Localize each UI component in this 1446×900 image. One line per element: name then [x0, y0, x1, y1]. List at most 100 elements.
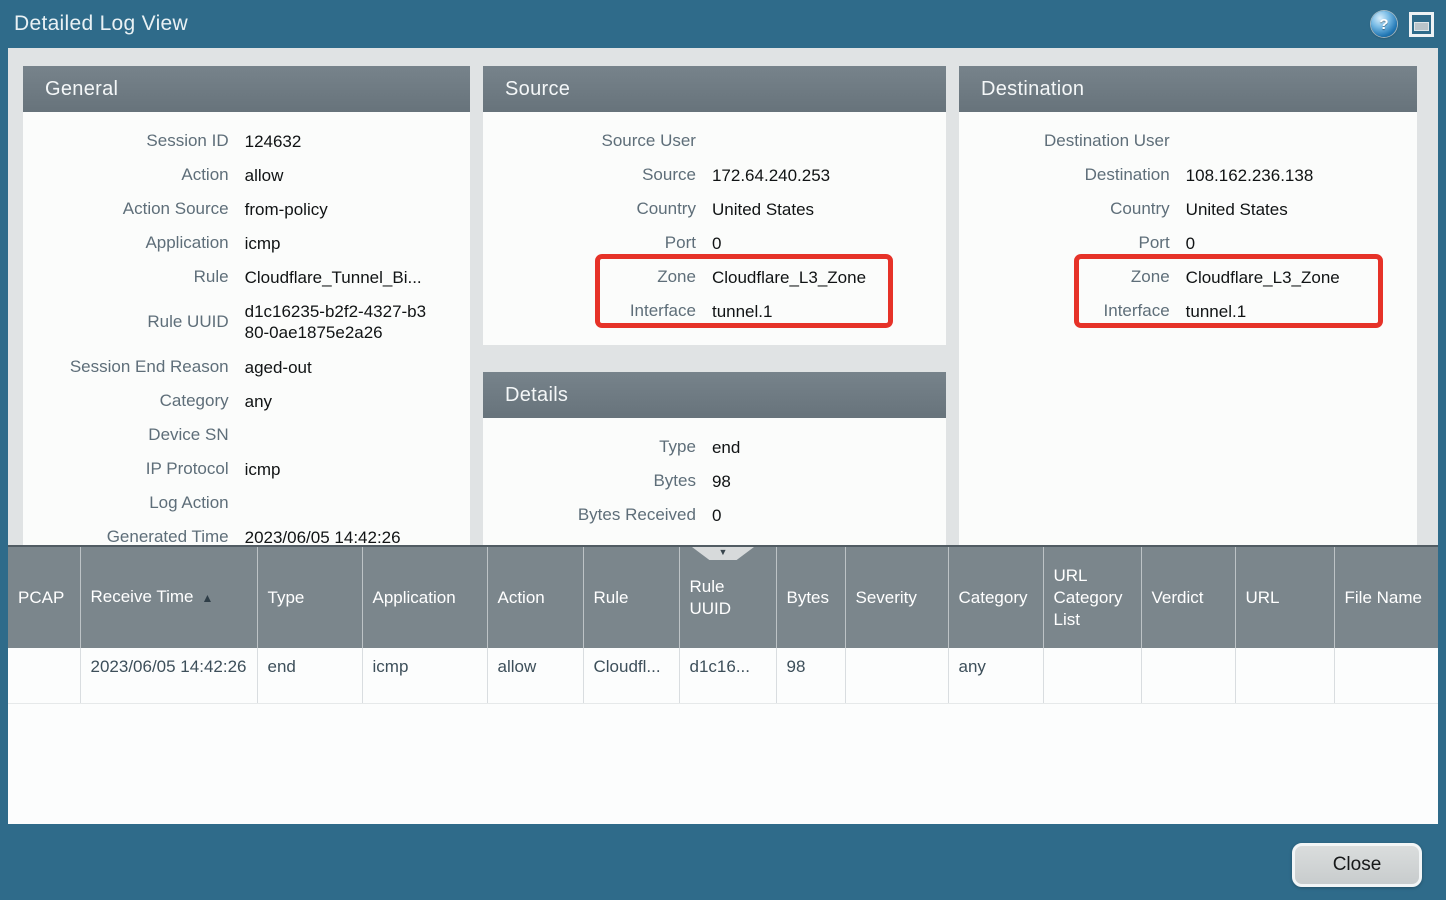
field-value: 98	[712, 471, 946, 492]
field-row-source: Source 172.64.240.253	[483, 158, 946, 192]
details-panel: Details Typeend Bytes98 Bytes Received0	[483, 372, 946, 545]
field-label: Port	[483, 233, 696, 253]
column-header-bytes[interactable]: Bytes	[776, 547, 845, 648]
middle-column: Source Source User Source 172.64.240.253 …	[483, 66, 946, 545]
field-row-session-end-reason: Session End Reason aged-out	[23, 350, 470, 384]
field-row-destination-user: Destination User	[959, 124, 1417, 158]
field-value: 108.162.236.138	[1186, 165, 1417, 186]
field-label: Source	[483, 165, 696, 185]
cell-rule-uuid: d1c16...	[679, 648, 776, 703]
log-detail-panels: General Session ID124632 Actionallow Act…	[8, 48, 1438, 545]
field-label: Session ID	[23, 131, 229, 151]
cell-category: any	[948, 648, 1043, 703]
column-header-category[interactable]: Category	[948, 547, 1043, 648]
window-restore-icon[interactable]	[1409, 12, 1434, 37]
field-label: IP Protocol	[23, 459, 229, 479]
field-value: aged-out	[245, 357, 470, 378]
table-row[interactable]: 2023/06/05 14:42:26 end icmp allow Cloud…	[8, 648, 1438, 703]
field-label: Bytes	[483, 471, 696, 491]
field-row-device-sn: Device SN	[23, 418, 470, 452]
destination-panel: Destination Destination User Destination…	[959, 66, 1417, 545]
field-row-destination-interface: Interfacetunnel.1	[959, 294, 1417, 328]
table-header-row: PCAP Receive Time▲ Type Application Acti…	[8, 547, 1438, 648]
field-label: Interface	[959, 301, 1170, 321]
field-label: Bytes Received	[483, 505, 696, 525]
field-value: 0	[712, 233, 946, 254]
field-label: Action Source	[23, 199, 229, 219]
field-value: d1c16235-b2f2-4327-b380-0ae1875e2a26	[245, 301, 441, 343]
field-value: icmp	[245, 233, 470, 254]
field-label: Application	[23, 233, 229, 253]
log-table-section: ▼ PCAP Receive Time▲ Type Application Ac…	[8, 545, 1438, 824]
field-row-action: Actionallow	[23, 158, 470, 192]
cell-severity	[845, 648, 948, 703]
field-label: Zone	[483, 267, 696, 287]
dialog-title: Detailed Log View	[14, 12, 1371, 36]
field-label: Action	[23, 165, 229, 185]
field-label: Destination	[959, 165, 1170, 185]
field-label: Device SN	[23, 425, 229, 445]
source-panel-header: Source	[483, 66, 946, 112]
column-header-severity[interactable]: Severity	[845, 547, 948, 648]
field-row-type: Typeend	[483, 430, 946, 464]
field-row-bytes-received: Bytes Received 0	[483, 498, 946, 532]
column-header-file-name[interactable]: File Name	[1334, 547, 1438, 648]
column-header-receive-time[interactable]: Receive Time▲	[80, 547, 257, 648]
field-value: 2023/06/05 14:42:26	[245, 527, 470, 546]
source-panel-body: Source User Source 172.64.240.253 Country…	[483, 112, 946, 345]
field-value: United States	[712, 199, 946, 220]
field-value: any	[245, 391, 470, 412]
field-value: end	[712, 437, 946, 458]
field-value: tunnel.1	[712, 301, 946, 322]
field-row-source-interface: Interfacetunnel.1	[483, 294, 946, 328]
field-row-source-port: Port 0	[483, 226, 946, 260]
cell-file-name	[1334, 648, 1438, 703]
cell-receive-time: 2023/06/05 14:42:26	[80, 648, 257, 703]
help-icon[interactable]: ?	[1371, 11, 1397, 37]
field-label: Country	[959, 199, 1170, 219]
field-value: from-policy	[245, 199, 470, 220]
field-row-bytes: Bytes 98	[483, 464, 946, 498]
column-header-pcap[interactable]: PCAP	[8, 547, 80, 648]
field-label: Session End Reason	[23, 357, 229, 377]
cell-url-category-list	[1043, 648, 1141, 703]
field-label: Generated Time	[23, 527, 229, 545]
column-header-verdict[interactable]: Verdict	[1141, 547, 1235, 648]
column-header-application[interactable]: Application	[362, 547, 487, 648]
field-row-session-id: Session ID 124632	[23, 124, 470, 158]
field-value: 172.64.240.253	[712, 165, 946, 186]
general-panel-body: Session ID 124632 Actionallow Action Sour…	[23, 112, 470, 545]
cell-pcap	[8, 648, 80, 703]
field-row-generated-time: Generated Time 2023/06/05 14:42:26	[23, 520, 470, 545]
field-value: Cloudflare_Tunnel_Bi...	[245, 267, 470, 288]
field-value: icmp	[245, 459, 470, 480]
column-header-action[interactable]: Action	[487, 547, 583, 648]
details-panel-body: Typeend Bytes 98 Bytes Received 0	[483, 418, 946, 545]
field-row-source-zone: ZoneCloudflare_L3_Zone	[483, 260, 946, 294]
cell-type: end	[257, 648, 362, 703]
column-header-url-category-list[interactable]: URL Category List	[1043, 547, 1141, 648]
cell-url	[1235, 648, 1334, 703]
cell-bytes: 98	[776, 648, 845, 703]
field-row-source-country: CountryUnited States	[483, 192, 946, 226]
close-button[interactable]: Close	[1292, 843, 1422, 887]
field-row-destination-country: Country United States	[959, 192, 1417, 226]
source-panel: Source Source User Source 172.64.240.253 …	[483, 66, 946, 345]
field-label: Source User	[483, 131, 696, 151]
sort-ascending-icon: ▲	[201, 591, 213, 605]
field-row-destination-port: Port0	[959, 226, 1417, 260]
column-header-rule[interactable]: Rule	[583, 547, 679, 648]
column-header-type[interactable]: Type	[257, 547, 362, 648]
field-label: Type	[483, 437, 696, 457]
column-header-url[interactable]: URL	[1235, 547, 1334, 648]
cell-verdict	[1141, 648, 1235, 703]
field-value: 0	[712, 505, 946, 526]
field-value: 124632	[245, 131, 470, 152]
column-header-rule-uuid[interactable]: Rule UUID	[679, 547, 776, 648]
field-label: Destination User	[959, 131, 1170, 151]
field-value: United States	[1186, 199, 1417, 220]
field-value: 0	[1186, 233, 1417, 254]
field-label: Category	[23, 391, 229, 411]
cell-rule: Cloudfl...	[583, 648, 679, 703]
destination-panel-header: Destination	[959, 66, 1417, 112]
